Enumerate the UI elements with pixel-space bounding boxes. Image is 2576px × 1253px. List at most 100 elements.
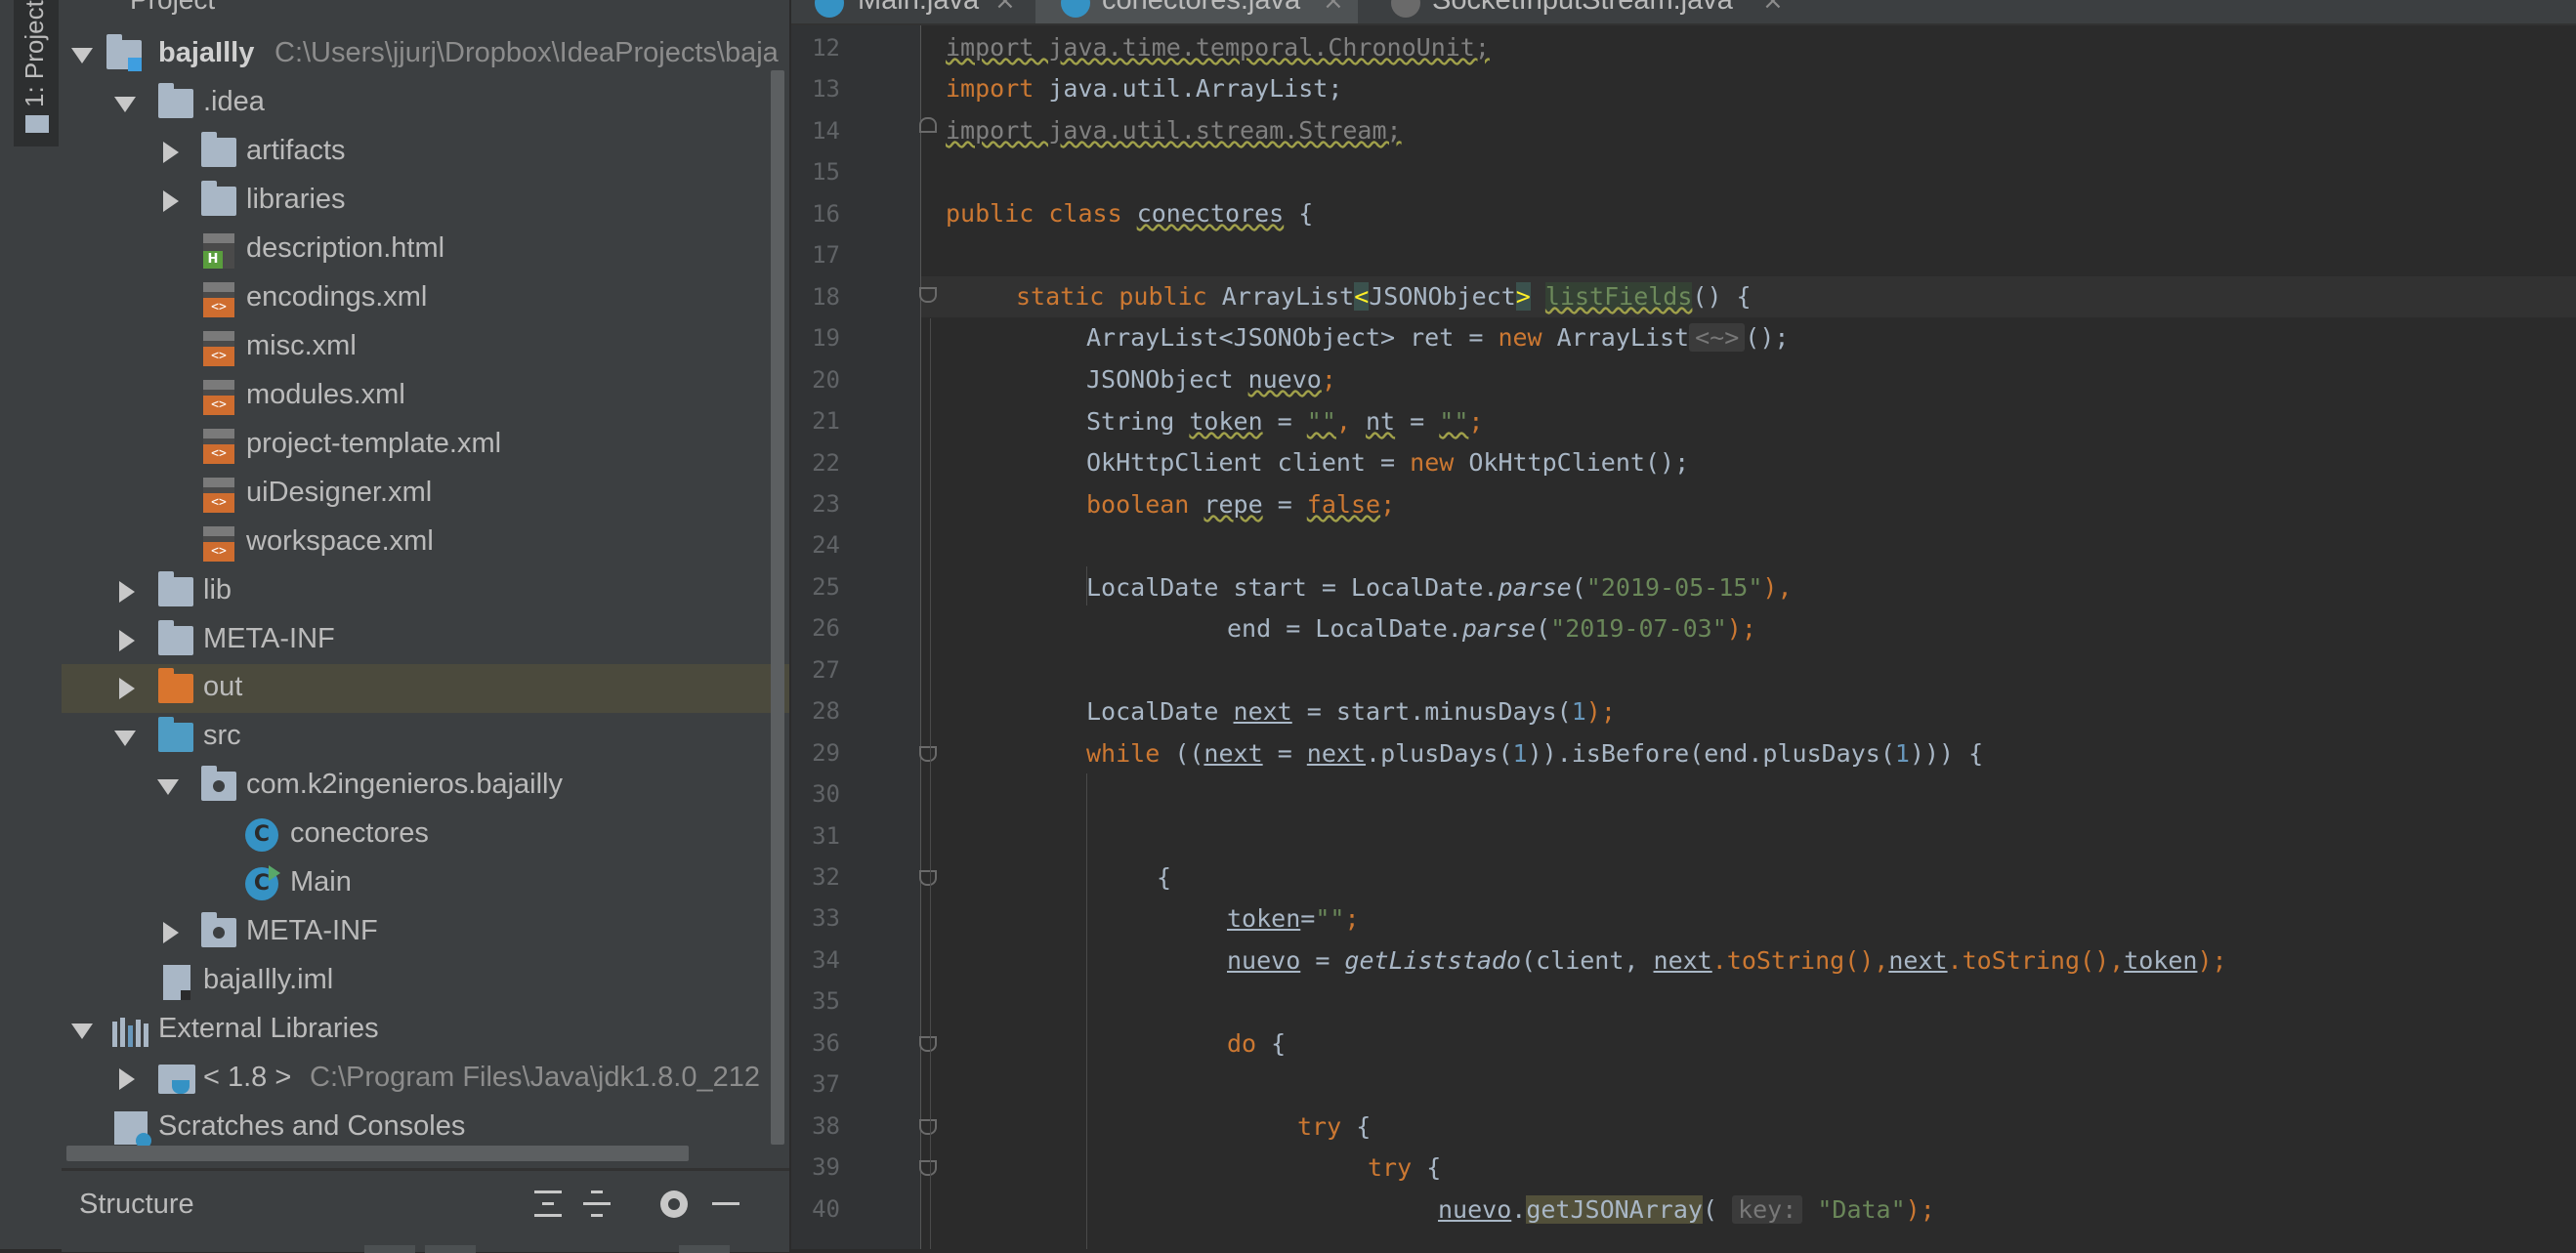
folder-icon	[201, 181, 236, 216]
tab-conectores-java[interactable]: conectores.java ×	[1035, 0, 1358, 23]
expand-arrow-icon[interactable]	[157, 779, 179, 795]
tree-row-src[interactable]: src	[62, 713, 789, 762]
code-line-40[interactable]: nuevo.getJSONArray( key: "Data");	[1438, 1190, 1935, 1231]
collapse-arrow-icon[interactable]	[119, 581, 135, 603]
code-line-19[interactable]: ArrayList<JSONObject> ret = new ArrayLis…	[1086, 317, 1789, 358]
line-number: 32	[812, 863, 840, 891]
tree-label: workspace.xml	[246, 525, 434, 557]
code-line-13[interactable]: import java.util.ArrayList;	[946, 68, 1342, 109]
line-number: 20	[812, 365, 840, 394]
module-folder-icon	[106, 34, 142, 71]
tree-row-root-module[interactable]: bajaIlly C:\Users\jjurj\Dropbox\IdeaProj…	[62, 30, 789, 79]
tab-label: conectores.java	[1102, 0, 1301, 16]
code-line-23[interactable]: boolean repe = false;	[1086, 484, 1395, 525]
tree-label: encodings.xml	[246, 281, 428, 313]
collapse-arrow-icon[interactable]	[119, 630, 135, 651]
fold-marker-icon[interactable]	[919, 117, 937, 133]
class-file-icon	[1391, 0, 1420, 18]
line-number: 25	[812, 572, 840, 601]
tree-row-out[interactable]: out	[62, 664, 789, 713]
tree-row-conectores[interactable]: C conectores	[62, 811, 789, 859]
collapse-arrow-icon[interactable]	[163, 922, 179, 943]
tree-label: description.html	[246, 232, 445, 264]
expand-arrow-icon[interactable]	[71, 1023, 93, 1039]
tree-row-modules-xml[interactable]: <> modules.xml	[62, 372, 789, 421]
line-number: 29	[812, 738, 840, 767]
tab-main-java[interactable]: Main.java ×	[791, 0, 1026, 23]
code-line-26[interactable]: end = LocalDate.parse("2019-07-03");	[1227, 608, 1756, 649]
tree-row-external-libraries[interactable]: External Libraries	[62, 1006, 789, 1055]
tree-row-artifacts[interactable]: artifacts	[62, 128, 789, 177]
code-line-22[interactable]: OkHttpClient client = new OkHttpClient()…	[1086, 442, 1689, 483]
line-number: 19	[812, 324, 840, 353]
close-icon[interactable]: ×	[1323, 0, 1344, 16]
fold-marker-icon[interactable]	[919, 1036, 937, 1052]
project-tool-tab[interactable]: 1: Project	[14, 0, 59, 146]
hide-panel-icon[interactable]	[706, 1185, 745, 1224]
code-line-25[interactable]: LocalDate start = LocalDate.parse("2019-…	[1086, 567, 1793, 608]
tree-row-jdk[interactable]: < 1.8 > C:\Program Files\Java\jdk1.8.0_2…	[62, 1055, 789, 1104]
tree-path: C:\Users\jjurj\Dropbox\IdeaProjects\baja	[274, 37, 779, 68]
tree-row-package[interactable]: com.k2ingenieros.bajailly	[62, 762, 789, 811]
source-folder-icon	[158, 717, 193, 752]
line-number: 36	[812, 1028, 840, 1057]
tree-row-lib[interactable]: lib	[62, 567, 789, 616]
java-class-icon: C	[245, 818, 278, 852]
line-number: 28	[812, 697, 840, 726]
tree-row-project-template-xml[interactable]: <> project-template.xml	[62, 421, 789, 470]
code-line-29[interactable]: while ((next = next.plusDays(1)).isBefor…	[1086, 733, 1983, 774]
indent-guide	[930, 318, 931, 1249]
tree-row-meta-inf-package[interactable]: META-INF	[62, 908, 789, 957]
folder-icon	[158, 83, 193, 118]
collapse-arrow-icon[interactable]	[163, 190, 179, 212]
code-line-21[interactable]: String token = "", nt = "";	[1086, 401, 1483, 442]
collapse-arrow-icon[interactable]	[119, 1068, 135, 1090]
tree-row-encodings-xml[interactable]: <> encodings.xml	[62, 274, 789, 323]
expand-arrow-icon[interactable]	[114, 97, 136, 112]
fold-marker-icon[interactable]	[919, 746, 937, 762]
code-line-38[interactable]: try {	[1297, 1107, 1371, 1148]
code-line-14[interactable]: import java.util.stream.Stream;	[946, 110, 1402, 151]
expand-arrow-icon[interactable]	[114, 731, 136, 746]
fold-marker-icon[interactable]	[919, 287, 937, 303]
project-pane-header: Project	[62, 0, 789, 16]
tree-row-main[interactable]: C Main	[62, 859, 789, 908]
expand-all-icon[interactable]	[528, 1185, 568, 1224]
tree-row-workspace-xml[interactable]: <> workspace.xml	[62, 519, 789, 567]
code-line-33[interactable]: token="";	[1227, 898, 1360, 940]
tree-row-idea[interactable]: .idea	[62, 79, 789, 128]
close-icon[interactable]: ×	[994, 0, 1016, 16]
fold-marker-icon[interactable]	[919, 1160, 937, 1176]
code-line-36[interactable]: do {	[1227, 1023, 1286, 1065]
tree-row-libraries[interactable]: libraries	[62, 177, 789, 226]
code-line-28[interactable]: LocalDate next = start.minusDays(1);	[1086, 691, 1616, 732]
fold-marker-icon[interactable]	[919, 870, 937, 886]
iml-file-icon	[163, 965, 190, 1000]
expand-arrow-icon[interactable]	[71, 48, 93, 63]
tree-label: Main	[290, 866, 352, 898]
close-icon[interactable]: ×	[1762, 0, 1784, 16]
vertical-scrollbar[interactable]	[771, 70, 784, 1145]
code-line-18[interactable]: static public ArrayList<JSONObject> list…	[1016, 276, 1752, 317]
fold-marker-icon[interactable]	[919, 1119, 937, 1135]
tree-row-meta-inf[interactable]: META-INF	[62, 616, 789, 665]
collapse-arrow-icon[interactable]	[163, 142, 179, 163]
tree-row-iml[interactable]: bajaIlly.iml	[62, 957, 789, 1006]
horizontal-scrollbar[interactable]	[66, 1146, 689, 1161]
line-number: 40	[812, 1194, 840, 1223]
code-line-34[interactable]: nuevo = getListstado(client, next.toStri…	[1227, 940, 2227, 982]
code-line-39[interactable]: try {	[1368, 1148, 1441, 1189]
code-line-12[interactable]: import java.time.temporal.ChronoUnit;	[946, 27, 1490, 68]
line-number: 39	[812, 1153, 840, 1182]
code-line-32[interactable]: {	[1157, 857, 1171, 898]
tree-row-description-html[interactable]: H description.html	[62, 226, 789, 274]
code-line-16[interactable]: public class conectores {	[946, 193, 1313, 234]
code-line-20[interactable]: JSONObject nuevo;	[1086, 359, 1336, 400]
structure-panel: Structure	[62, 1168, 789, 1253]
tab-socketinputstream-java[interactable]: SocketInputStream.java ×	[1368, 0, 1797, 23]
collapse-all-icon[interactable]	[577, 1185, 616, 1224]
tree-row-uidesigner-xml[interactable]: <> uiDesigner.xml	[62, 470, 789, 519]
gear-icon[interactable]	[655, 1185, 694, 1224]
collapse-arrow-icon[interactable]	[119, 678, 135, 699]
tree-row-misc-xml[interactable]: <> misc.xml	[62, 323, 789, 372]
